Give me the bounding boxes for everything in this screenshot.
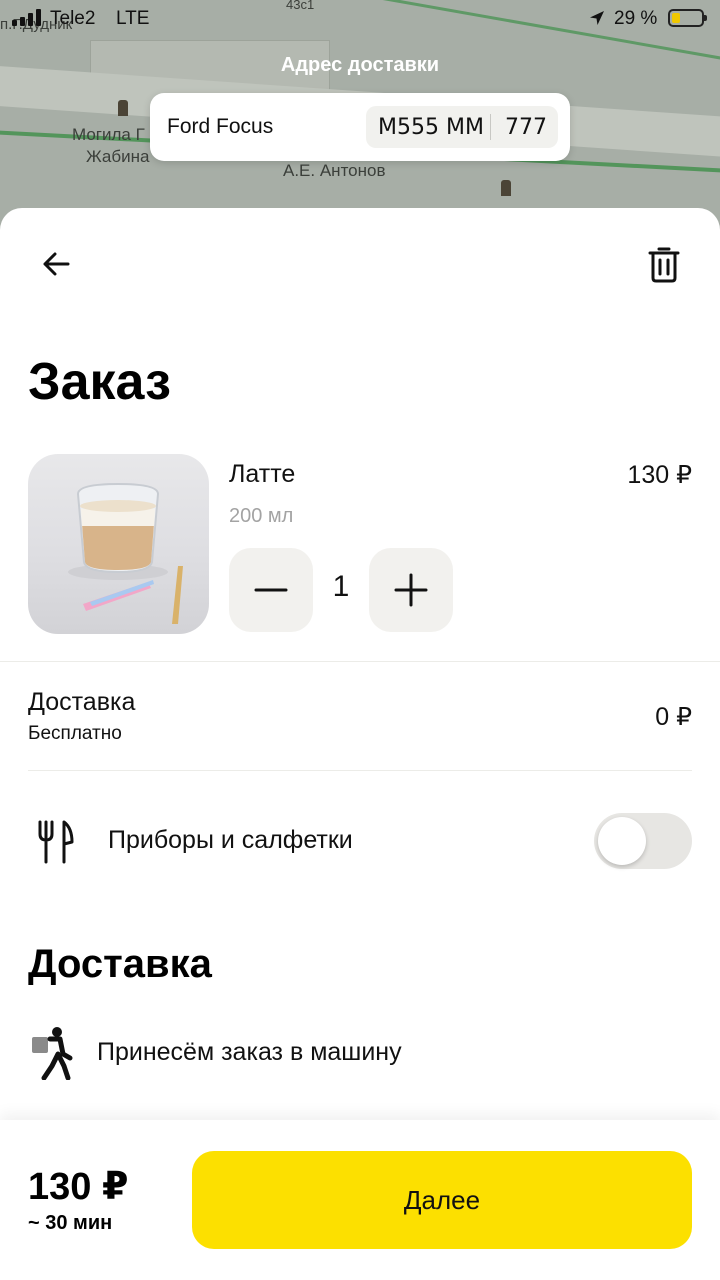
product-price: 130 ₽ xyxy=(627,461,692,489)
fork-knife-icon xyxy=(38,820,74,864)
increase-quantity-button[interactable] xyxy=(369,548,453,632)
battery-percent: 29 % xyxy=(614,8,658,29)
map-label: Жабина xyxy=(86,147,150,166)
back-button[interactable] xyxy=(28,236,84,292)
monument-pin-icon xyxy=(118,100,128,116)
product-image xyxy=(28,454,209,634)
address-title: Адрес доставки xyxy=(280,54,440,76)
plate-region: 777 xyxy=(505,114,547,140)
car-name: Ford Focus xyxy=(167,115,274,138)
arrow-left-icon xyxy=(43,252,70,276)
divider xyxy=(28,770,692,771)
signal-icon xyxy=(12,8,41,26)
delete-order-button[interactable] xyxy=(636,236,692,292)
product-volume: 200 мл xyxy=(229,505,294,527)
minus-icon xyxy=(254,588,288,592)
order-total: 130 ₽ xyxy=(28,1166,129,1208)
delivery-cost-label: Доставка xyxy=(28,688,136,716)
location-arrow-icon xyxy=(590,11,604,25)
trash-icon xyxy=(648,247,680,283)
delivery-cost-sublabel: Бесплатно xyxy=(28,723,122,744)
plate-number: М555 ММ xyxy=(378,114,484,140)
next-button[interactable]: Далее xyxy=(192,1151,692,1249)
battery-icon xyxy=(668,9,707,27)
car-address-card[interactable]: Ford Focus М555 ММ 777 xyxy=(150,93,570,161)
cutlery-label: Приборы и салфетки xyxy=(108,826,353,854)
courier-icon xyxy=(32,1027,73,1080)
toggle-knob xyxy=(598,817,646,865)
network-type: LTE xyxy=(116,8,150,29)
product-name: Латте xyxy=(229,460,296,488)
status-bar: Tele2 LTE 29 % xyxy=(0,0,720,38)
monument-pin-icon xyxy=(501,180,511,196)
delivery-eta: ~ 30 мин xyxy=(28,1212,113,1234)
plus-icon xyxy=(394,573,428,607)
delivery-cost-price: 0 ₽ xyxy=(655,703,692,731)
license-plate: М555 ММ 777 xyxy=(366,106,558,148)
page-title: Заказ xyxy=(28,353,171,411)
delivery-option-label: Принесём заказ в машину xyxy=(97,1038,402,1066)
map-label: А.Е. Антонов xyxy=(283,161,386,180)
delivery-section-title: Доставка xyxy=(28,942,212,986)
divider xyxy=(0,661,720,662)
quantity-value: 1 xyxy=(332,570,350,603)
carrier-name: Tele2 xyxy=(50,8,96,29)
decrease-quantity-button[interactable] xyxy=(229,548,313,632)
map-label: Могила Г xyxy=(72,125,145,144)
checkout-bar: 130 ₽ ~ 30 мин Далее xyxy=(0,1120,720,1280)
cutlery-toggle[interactable] xyxy=(594,813,692,869)
